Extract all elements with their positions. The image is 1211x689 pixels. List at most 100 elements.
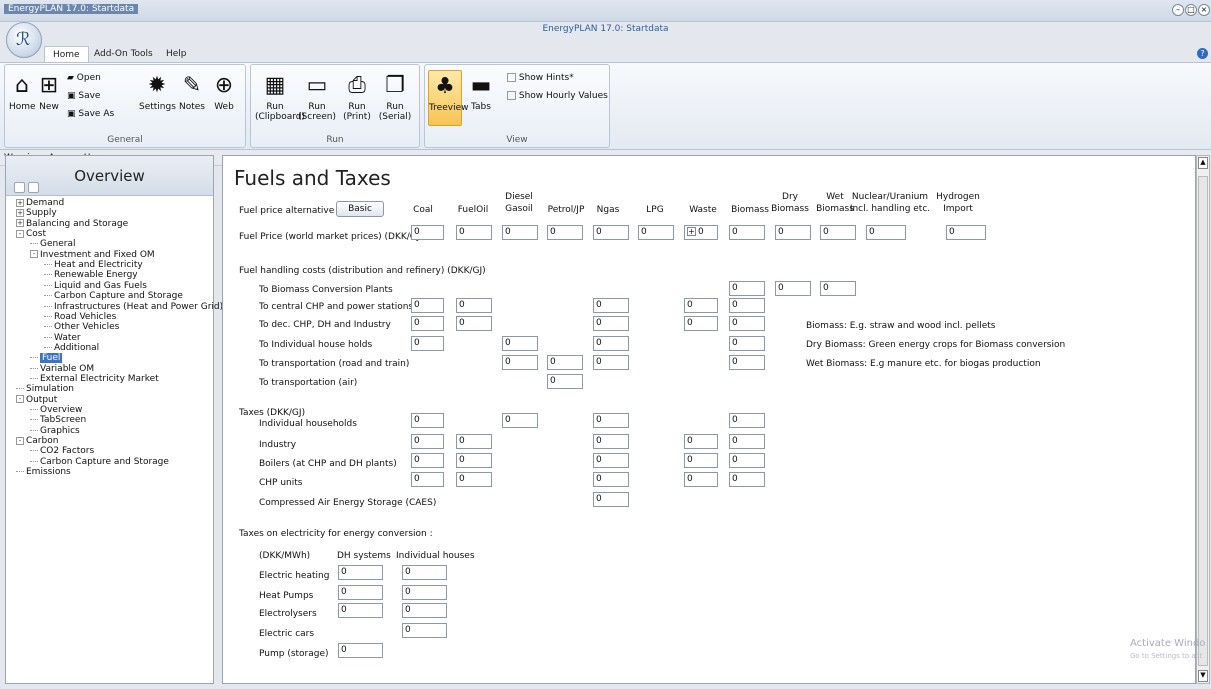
tree-item[interactable]: + Balancing and Storage	[16, 219, 128, 230]
value-field[interactable]: 0	[684, 453, 718, 468]
run-print-button[interactable]: ⎙ Run (Print)	[339, 73, 375, 122]
vertical-scrollbar[interactable]: ▲ ▼	[1196, 155, 1210, 684]
expand-all-button[interactable]	[14, 182, 25, 193]
value-field[interactable]: 0	[729, 472, 765, 487]
value-field[interactable]: 0	[638, 225, 674, 240]
value-field[interactable]: 0	[593, 472, 629, 487]
value-field[interactable]: 0	[411, 413, 444, 428]
home-button[interactable]: ⌂ Home	[9, 73, 36, 112]
value-field[interactable]: 0	[456, 453, 492, 468]
tree-item[interactable]: - Cost	[16, 229, 46, 240]
value-field[interactable]: 0	[593, 298, 629, 313]
tree-item[interactable]: Variable OM	[30, 364, 94, 375]
collapse-all-button[interactable]	[28, 182, 39, 193]
save-button[interactable]: ▣ Save	[67, 91, 100, 101]
value-field[interactable]: 0	[593, 434, 629, 449]
value-field[interactable]: 0	[411, 316, 444, 331]
tabs-button[interactable]: ▬ Tabs	[467, 73, 495, 112]
tree-item[interactable]: Carbon Capture and Storage	[30, 457, 169, 468]
scroll-thumb[interactable]	[1198, 176, 1208, 666]
value-field[interactable]: 0	[502, 413, 538, 428]
save-as-button[interactable]: ▣ Save As	[67, 109, 114, 119]
value-field[interactable]: 0	[411, 453, 444, 468]
tree-item[interactable]: Graphics	[30, 426, 80, 437]
show-hints-checkbox[interactable]: Show Hints*	[507, 73, 574, 83]
value-field[interactable]: 0	[729, 413, 765, 428]
tree-item[interactable]: Infrastructures (Heat and Power Grid)	[44, 302, 223, 313]
value-field[interactable]: 0	[729, 453, 765, 468]
tree-item[interactable]: Emissions	[16, 467, 71, 478]
value-field[interactable]: 0	[775, 281, 811, 296]
value-field[interactable]: 0	[684, 298, 718, 313]
tree-item[interactable]: Other Vehicles	[44, 322, 119, 333]
value-field[interactable]: 0	[729, 434, 765, 449]
help-icon[interactable]: ?	[1197, 48, 1208, 59]
tree-item[interactable]: + Supply	[16, 208, 57, 219]
scroll-down-icon[interactable]: ▼	[1198, 670, 1208, 682]
tree-item[interactable]: External Electricity Market	[30, 374, 159, 385]
value-field[interactable]: +0	[684, 225, 718, 240]
value-field[interactable]: 0	[729, 225, 765, 240]
value-field[interactable]: 0	[593, 355, 629, 370]
tree-item[interactable]: - Output	[16, 395, 57, 406]
value-field[interactable]: 0	[593, 225, 629, 240]
value-field[interactable]: 0	[820, 281, 856, 296]
value-field[interactable]: 0	[684, 434, 718, 449]
run-screen-button[interactable]: ▭ Run (Screen)	[297, 73, 337, 122]
value-field[interactable]: 0	[402, 623, 447, 638]
tree-item[interactable]: Liquid and Gas Fuels	[44, 281, 147, 292]
value-field[interactable]: 0	[547, 355, 583, 370]
tree-item[interactable]: Road Vehicles	[44, 312, 116, 323]
close-icon[interactable]: ×	[1198, 4, 1210, 16]
value-field[interactable]: 0	[593, 316, 629, 331]
tree-item[interactable]: Overview	[30, 405, 82, 416]
tree-item[interactable]: CO2 Factors	[30, 446, 94, 457]
value-field[interactable]: 0	[338, 585, 383, 600]
value-field[interactable]: 0	[502, 225, 538, 240]
tree-item[interactable]: - Carbon	[16, 436, 58, 447]
value-field[interactable]: 0	[456, 316, 492, 331]
tree-item[interactable]: Additional	[44, 343, 99, 354]
value-field[interactable]: 0	[866, 225, 906, 240]
value-field[interactable]: 0	[456, 472, 492, 487]
tree-item[interactable]: Water	[44, 333, 81, 344]
value-field[interactable]: 0	[775, 225, 811, 240]
tree-item[interactable]: TabScreen	[30, 415, 86, 426]
value-field[interactable]: 0	[402, 565, 447, 580]
basic-button[interactable]: Basic	[336, 201, 384, 217]
value-field[interactable]: 0	[411, 472, 444, 487]
collapse-icon[interactable]: -	[16, 436, 24, 445]
value-field[interactable]: 0	[411, 298, 444, 313]
run-clipboard-button[interactable]: ▦ Run (Clipboard)	[255, 73, 305, 122]
value-field[interactable]: 0	[729, 355, 765, 370]
tree-item[interactable]: Heat and Electricity	[44, 260, 143, 271]
value-field[interactable]: 0	[547, 374, 583, 389]
value-field[interactable]: 0	[684, 472, 718, 487]
expand-icon[interactable]: +	[16, 198, 24, 207]
value-field[interactable]: 0	[593, 413, 629, 428]
value-field[interactable]: 0	[338, 565, 383, 580]
collapse-icon[interactable]: -	[16, 229, 24, 238]
value-field[interactable]: 0	[946, 225, 986, 240]
value-field[interactable]: 0	[547, 225, 583, 240]
value-field[interactable]: 0	[456, 298, 492, 313]
value-field[interactable]: 0	[729, 298, 765, 313]
show-hourly-checkbox[interactable]: Show Hourly Values	[507, 91, 608, 101]
value-field[interactable]: 0	[502, 355, 538, 370]
value-field[interactable]: 0	[402, 603, 447, 618]
maximize-icon[interactable]: □	[1185, 4, 1197, 16]
value-field[interactable]: 0	[338, 643, 383, 658]
expand-icon[interactable]: +	[16, 208, 24, 217]
value-field[interactable]: 0	[411, 225, 444, 240]
web-button[interactable]: ⊕ Web	[209, 73, 239, 112]
settings-button[interactable]: ✹ Settings	[139, 73, 176, 112]
tree-item[interactable]: Renewable Energy	[44, 270, 138, 281]
notes-button[interactable]: ✎ Notes	[177, 73, 207, 112]
tree-item[interactable]: - Investment and Fixed OM	[30, 250, 155, 261]
expand-icon[interactable]: +	[16, 219, 24, 228]
scroll-up-icon[interactable]: ▲	[1198, 157, 1208, 169]
tree-item[interactable]: General	[30, 239, 75, 250]
tree-item[interactable]: + Demand	[16, 198, 64, 209]
value-field[interactable]: 0	[593, 492, 629, 507]
value-field[interactable]: 0	[729, 281, 765, 296]
